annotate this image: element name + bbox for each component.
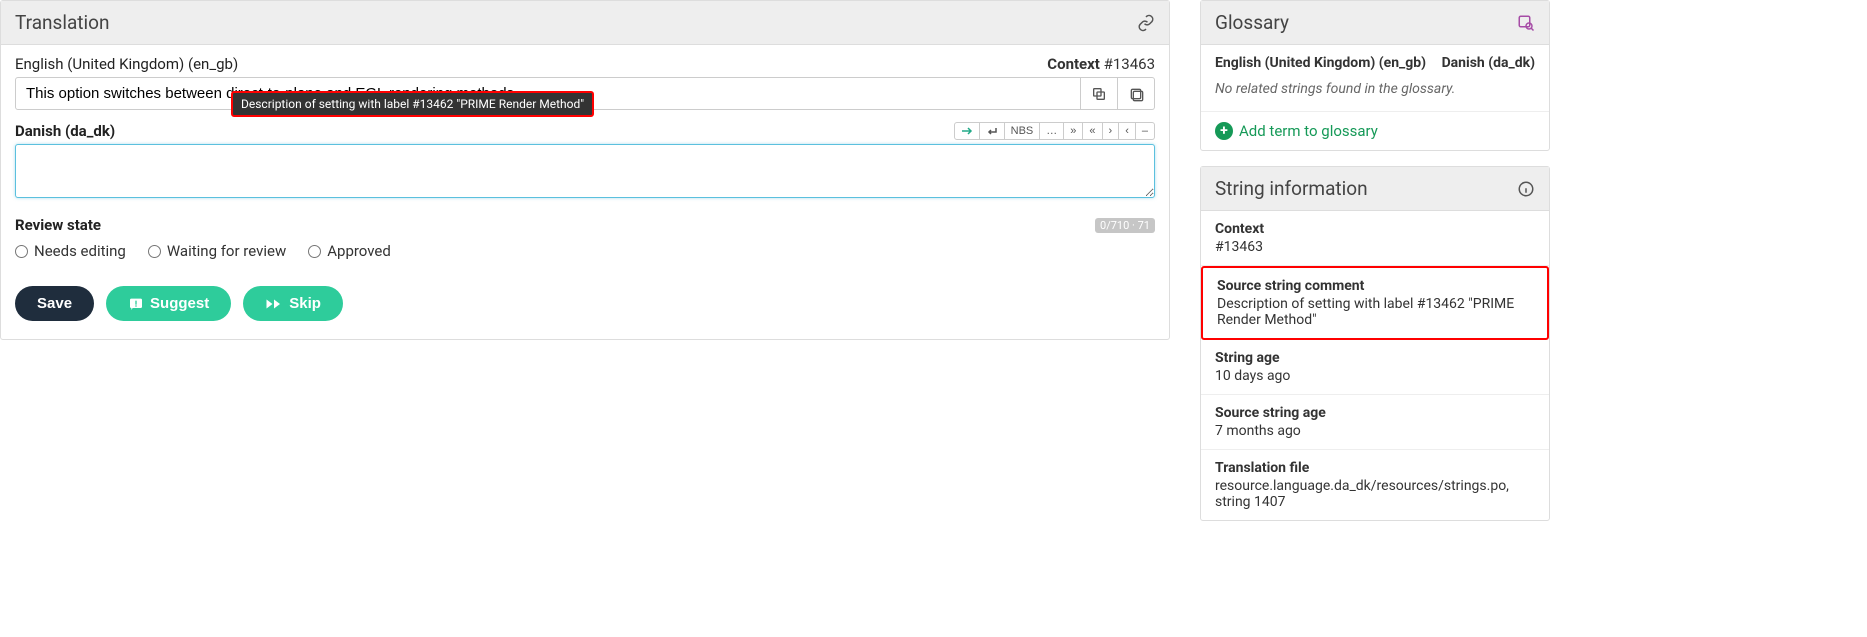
rsaquo-button[interactable]: › bbox=[1103, 122, 1120, 140]
info-age-label: String age bbox=[1215, 350, 1535, 366]
save-button[interactable]: Save bbox=[15, 286, 94, 321]
info-file-value: resource.language.da_dk/resources/string… bbox=[1215, 478, 1535, 510]
raquo-button[interactable]: » bbox=[1064, 122, 1083, 140]
toggle-ltr-icon[interactable] bbox=[954, 122, 980, 140]
suggest-button[interactable]: Suggest bbox=[106, 286, 231, 321]
target-lang-label: Danish (da_dk) bbox=[15, 122, 115, 140]
translation-header: Translation bbox=[1, 1, 1169, 45]
context-label: Context #13463 bbox=[1047, 55, 1155, 73]
glossary-empty-message: No related strings found in the glossary… bbox=[1201, 81, 1549, 111]
info-context-value: #13463 bbox=[1215, 239, 1535, 255]
info-icon[interactable] bbox=[1517, 180, 1535, 198]
newline-icon[interactable] bbox=[980, 122, 1005, 140]
plus-icon: + bbox=[1215, 122, 1233, 140]
translation-title: Translation bbox=[15, 11, 109, 34]
info-src-age-value: 7 months ago bbox=[1215, 423, 1535, 439]
glossary-header: Glossary bbox=[1201, 1, 1549, 45]
source-lang-label: English (United Kingdom) (en_gb) bbox=[15, 55, 238, 73]
nbs-button[interactable]: NBS bbox=[1005, 122, 1041, 140]
special-chars-toolbar: NBS … » « › ‹ – bbox=[954, 122, 1155, 140]
review-state-label: Review state bbox=[15, 216, 101, 234]
skip-button[interactable]: Skip bbox=[243, 286, 343, 321]
info-age-value: 10 days ago bbox=[1215, 368, 1535, 384]
info-comment-value: Description of setting with label #13462… bbox=[1217, 296, 1533, 328]
link-icon[interactable] bbox=[1137, 14, 1155, 32]
add-term-button[interactable]: + Add term to glossary bbox=[1201, 111, 1549, 150]
info-context-label: Context bbox=[1215, 221, 1535, 237]
char-counter: 0/710 · 71 bbox=[1095, 218, 1155, 233]
ellipsis-button[interactable]: … bbox=[1040, 122, 1064, 140]
radio-approved[interactable]: Approved bbox=[308, 242, 391, 260]
glossary-lang-a: English (United Kingdom) (en_gb) bbox=[1215, 55, 1426, 71]
clone-icon[interactable] bbox=[1118, 77, 1155, 110]
source-tooltip: Description of setting with label #13462… bbox=[231, 91, 594, 117]
glossary-lang-b: Danish (da_dk) bbox=[1442, 55, 1535, 71]
translation-input[interactable] bbox=[15, 144, 1155, 198]
stringinfo-title: String information bbox=[1215, 177, 1368, 200]
ndash-button[interactable]: – bbox=[1136, 122, 1155, 140]
lsaquo-button[interactable]: ‹ bbox=[1119, 122, 1136, 140]
stringinfo-header: String information bbox=[1201, 167, 1549, 211]
radio-waiting[interactable]: Waiting for review bbox=[148, 242, 286, 260]
glossary-title: Glossary bbox=[1215, 11, 1289, 34]
info-src-age-label: Source string age bbox=[1215, 405, 1535, 421]
info-comment-label: Source string comment bbox=[1217, 278, 1533, 294]
glossary-search-icon[interactable] bbox=[1517, 14, 1535, 32]
copy-icon[interactable] bbox=[1081, 77, 1118, 110]
laquo-button[interactable]: « bbox=[1083, 122, 1102, 140]
radio-needs-editing[interactable]: Needs editing bbox=[15, 242, 126, 260]
info-file-label: Translation file bbox=[1215, 460, 1535, 476]
